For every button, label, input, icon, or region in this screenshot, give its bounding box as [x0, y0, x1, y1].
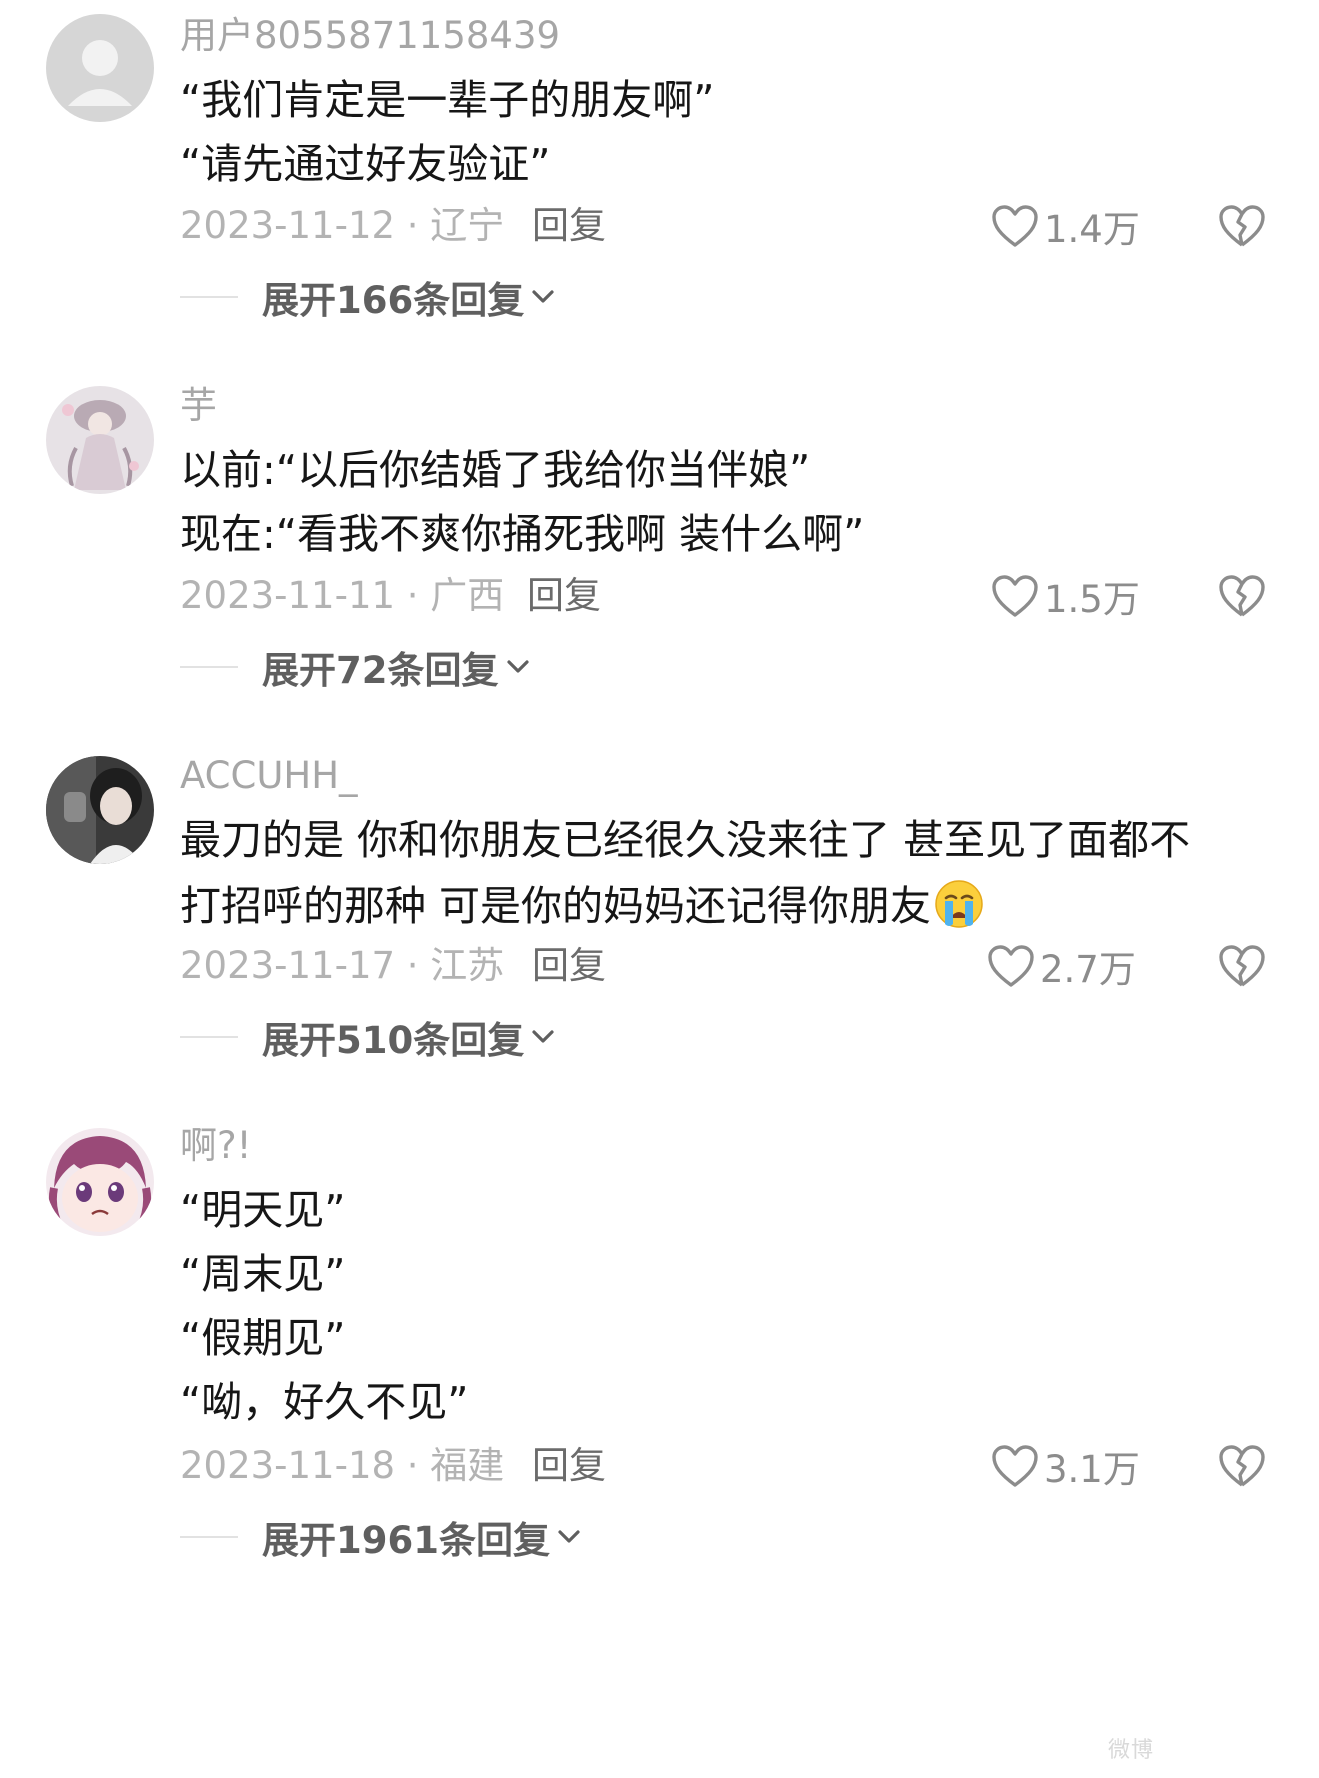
expand-replies-button[interactable]: 展开166条回复 [180, 272, 556, 322]
watermark: 微博 [1108, 1738, 1155, 1763]
comment-text: 打招呼的那种 可是你的妈妈还记得你朋友 [180, 878, 985, 932]
expand-replies-label: 展开1961条回复 [262, 1519, 550, 1562]
dislike-button[interactable] [1218, 940, 1268, 992]
like-button[interactable]: 1.4万 [990, 200, 1140, 252]
like-button[interactable]: 2.7万 [986, 940, 1136, 992]
username[interactable]: 用户8055871158439 [180, 14, 560, 58]
reply-button[interactable]: 回复 [532, 204, 606, 248]
reply-button[interactable]: 回复 [527, 574, 601, 618]
comment-text: “明天见” [180, 1186, 346, 1234]
comment-text: “请先通过好友验证” [180, 140, 551, 188]
date-location: 2023-11-11 · 广西 [180, 574, 505, 617]
date-location: 2023-11-12 · 辽宁 [180, 204, 505, 247]
avatar[interactable] [46, 756, 154, 864]
like-button[interactable]: 1.5万 [990, 570, 1140, 622]
heart-outline-icon [988, 945, 1034, 987]
divider [180, 1536, 238, 1538]
expand-replies-button[interactable]: 展开1961条回复 [180, 1512, 582, 1562]
avatar[interactable] [46, 386, 154, 494]
comment-text: 以前:“以后你结婚了我给你当伴娘” [180, 446, 811, 494]
broken-heart-icon [1219, 575, 1265, 617]
like-count: 1.5万 [1044, 578, 1140, 621]
avatar[interactable] [46, 14, 154, 122]
comment-text: 现在:“看我不爽你捅死我啊 装什么啊” [180, 510, 865, 558]
expand-replies-label: 展开166条回复 [262, 279, 525, 322]
date-location: 2023-11-18 · 福建 [180, 1444, 505, 1487]
reply-button[interactable]: 回复 [532, 944, 606, 988]
like-count: 1.4万 [1044, 208, 1140, 251]
username[interactable]: 啊?! [180, 1124, 251, 1168]
chevron-down-icon [506, 660, 529, 673]
heart-outline-icon [992, 205, 1038, 247]
expand-replies-button[interactable]: 展开72条回复 [180, 642, 531, 692]
heart-outline-icon [992, 1445, 1038, 1487]
broken-heart-icon [1219, 1445, 1265, 1487]
expand-replies-label: 展开72条回复 [262, 649, 499, 692]
divider [180, 296, 238, 298]
comment-text: “周末见” [180, 1250, 346, 1298]
like-count: 3.1万 [1044, 1448, 1140, 1491]
chevron-down-icon [532, 1030, 554, 1043]
like-button[interactable]: 3.1万 [990, 1440, 1140, 1492]
broken-heart-icon [1219, 945, 1265, 987]
dislike-button[interactable] [1218, 200, 1268, 252]
chevron-down-icon [532, 290, 554, 303]
dislike-button[interactable] [1218, 570, 1268, 622]
broken-heart-icon [1219, 205, 1265, 247]
comment-text: “我们肯定是一辈子的朋友啊” [180, 76, 715, 124]
comment-text: “呦，好久不见” [180, 1378, 469, 1426]
divider [180, 1036, 238, 1038]
username[interactable]: 芋 [180, 384, 217, 428]
divider [180, 666, 238, 668]
like-count: 2.7万 [1040, 948, 1136, 991]
dislike-button[interactable] [1218, 1440, 1268, 1492]
comment-text: 最刀的是 你和你朋友已经很久没来往了 甚至见了面都不 [180, 816, 1191, 864]
expand-replies-label: 展开510条回复 [262, 1019, 525, 1062]
avatar[interactable] [46, 1128, 154, 1236]
heart-outline-icon [992, 575, 1038, 617]
reply-button[interactable]: 回复 [532, 1444, 606, 1488]
comment-text-content: 打招呼的那种 可是你的妈妈还记得你朋友 [180, 882, 932, 930]
chevron-down-icon [558, 1530, 580, 1543]
comment-text: “假期见” [180, 1314, 346, 1362]
username[interactable]: ACCUHH_ [180, 754, 358, 798]
date-location: 2023-11-17 · 江苏 [180, 944, 505, 987]
crying-face-emoji [935, 880, 983, 928]
expand-replies-button[interactable]: 展开510条回复 [180, 1012, 556, 1062]
